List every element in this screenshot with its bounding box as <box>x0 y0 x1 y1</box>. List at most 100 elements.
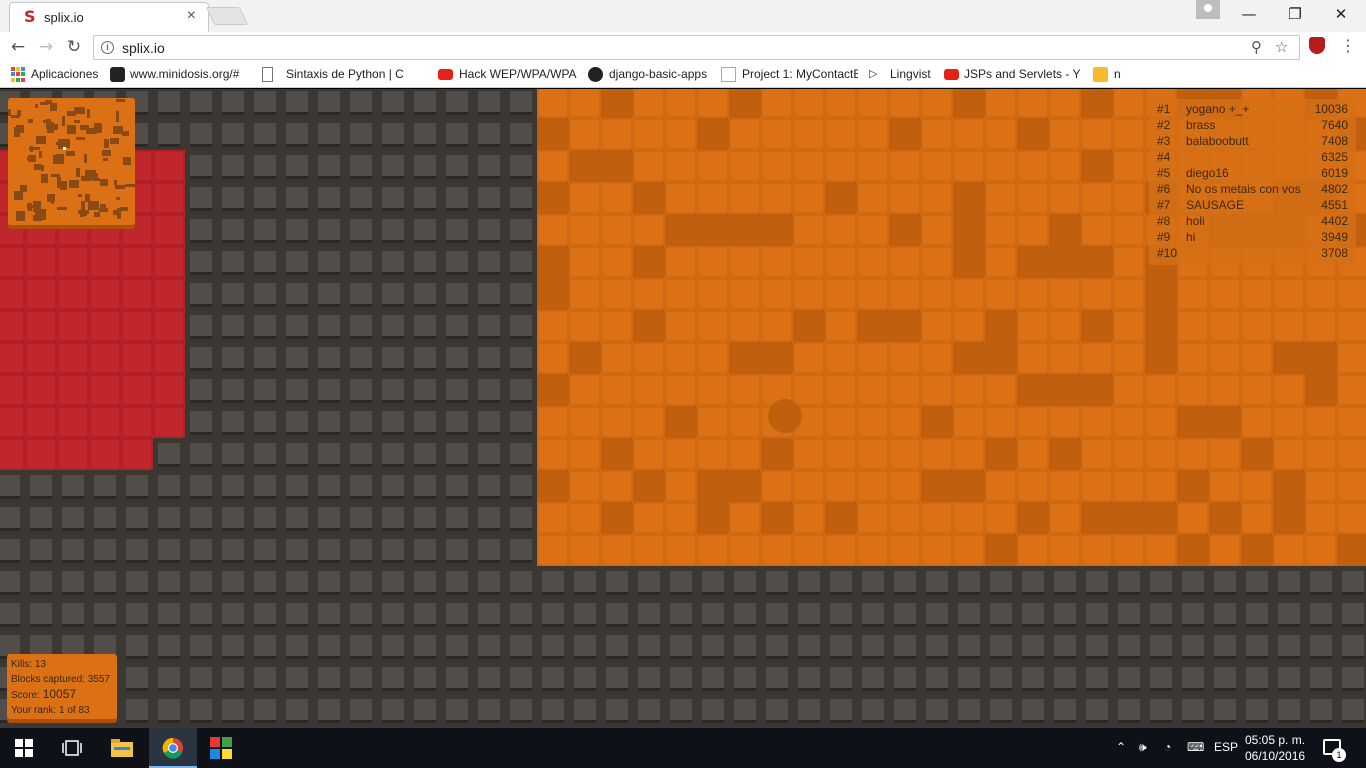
tab-splix[interactable]: S splix.io × <box>9 2 209 32</box>
leaderboard-score: 3708 <box>1321 246 1348 260</box>
bookmark-minidosis[interactable]: www.minidosis.org/# <box>130 67 246 81</box>
score-stat: Score: 10057 <box>11 687 77 701</box>
leaderboard-row: #7 SAUSAGE 4551 <box>1157 197 1348 213</box>
address-bar[interactable]: i splix.io ⚲ ☆ <box>93 35 1300 60</box>
leaderboard-score: 4802 <box>1321 182 1348 196</box>
leaderboard-rank: #7 <box>1157 198 1171 212</box>
date-text: 06/10/2016 <box>1245 749 1306 763</box>
bookmark-django[interactable]: django-basic-apps <box>609 67 713 81</box>
ublock-extension-icon[interactable] <box>1309 37 1325 54</box>
leaderboard-rank: #1 <box>1157 102 1171 116</box>
menu-icon[interactable]: ⋮ <box>1340 36 1356 55</box>
leaderboard-rank: #6 <box>1157 182 1171 196</box>
volume-icon[interactable]: 🕪 <box>1139 740 1147 755</box>
minidosis-icon <box>110 67 125 82</box>
leaderboard-row: #10 3708 <box>1157 245 1348 261</box>
rank-value: 1 of 83 <box>59 705 90 716</box>
page-icon <box>262 67 273 82</box>
leaderboard-score: 4551 <box>1321 198 1348 212</box>
leaderboard-name: SAUSAGE <box>1186 198 1245 212</box>
splix-favicon-icon: S <box>24 7 36 26</box>
file-explorer-icon[interactable] <box>110 736 134 760</box>
leaderboard-rank: #5 <box>1157 166 1171 180</box>
lingvist-icon: ▷ <box>869 68 878 80</box>
bookmark-jsp-servlets[interactable]: JSPs and Servlets - You <box>964 67 1080 81</box>
minimap-territory <box>8 99 135 221</box>
minimize-button[interactable]: — <box>1226 0 1272 30</box>
clock[interactable]: 05:05 p. m. 06/10/2016 <box>1245 732 1305 764</box>
title-bar: S splix.io × — ❐ ✕ <box>0 0 1366 32</box>
bookmark-python[interactable]: Sintaxis de Python | C <box>286 67 426 81</box>
leaderboard-name: balaboobutt <box>1186 134 1249 148</box>
leaderboard-name: diego16 <box>1186 166 1229 180</box>
leaderboard-name: brass <box>1186 118 1216 132</box>
star-icon[interactable]: ☆ <box>1275 38 1288 56</box>
close-window-button[interactable]: ✕ <box>1318 0 1364 30</box>
chrome-icon[interactable] <box>161 736 185 760</box>
leaderboard-row: #6 No os metais con vos 4802 <box>1157 181 1348 197</box>
maximize-button[interactable]: ❐ <box>1272 0 1318 30</box>
browser-toolbar: ← → ↻ i splix.io ⚲ ☆ ⋮ <box>0 32 1366 62</box>
profile-icon[interactable] <box>1196 0 1220 19</box>
show-hidden-icons-icon[interactable]: ⌃ <box>1116 740 1126 754</box>
leaderboard-row: #5 diego16 6019 <box>1157 165 1348 181</box>
info-icon[interactable]: i <box>101 41 114 54</box>
leaderboard-name: No os metais con vos <box>1186 182 1301 196</box>
leaderboard-rank: #10 <box>1157 246 1178 260</box>
leaderboard-row: #9 hi 3949 <box>1157 229 1348 245</box>
youtube-icon <box>944 69 959 80</box>
leaderboard-rank: #8 <box>1157 214 1171 228</box>
rank-stat: Your rank: 1 of 83 <box>11 705 90 716</box>
github-icon <box>588 67 603 82</box>
leaderboard: #1 yogano +_+ 10036 #2 brass 7640 #3 balaboobut… <box>1149 99 1356 265</box>
leaderboard-row: #4 6325 <box>1157 149 1348 165</box>
bookmark-hack-wep[interactable]: Hack WEP/WPA/WPA <box>459 67 577 81</box>
wifi-icon[interactable]: ◔ <box>1164 740 1171 754</box>
player-head <box>768 399 802 433</box>
stats-panel: Kills: 13 Blocks captured: 3557 Score: 1… <box>7 654 117 719</box>
bookmark-aplicaciones[interactable]: Aplicaciones <box>31 67 101 81</box>
minimap <box>8 98 135 225</box>
tab-title: splix.io <box>44 10 84 25</box>
reload-button[interactable]: ↻ <box>63 36 85 58</box>
leaderboard-row: #2 brass 7640 <box>1157 117 1348 133</box>
windows-start-icon[interactable] <box>12 736 36 760</box>
app-tiles-icon[interactable] <box>209 736 233 760</box>
bookmarks-bar: Aplicaciones www.minidosis.org/# Sintaxi… <box>0 62 1366 88</box>
leaderboard-score: 10036 <box>1314 102 1348 116</box>
leaderboard-row: #1 yogano +_+ 10036 <box>1157 101 1348 117</box>
keyboard-icon[interactable]: ⌨ <box>1187 740 1204 754</box>
new-tab-button[interactable] <box>205 7 249 25</box>
leaderboard-score: 6325 <box>1321 150 1348 164</box>
bookmark-project1[interactable]: Project 1: MyContactB <box>742 67 858 81</box>
url-text[interactable]: splix.io <box>122 40 165 56</box>
leaderboard-rank: #9 <box>1157 230 1171 244</box>
leaderboard-name: yogano +_+ <box>1186 102 1250 116</box>
leaderboard-score: 3949 <box>1321 230 1348 244</box>
leaderboard-score: 4402 <box>1321 214 1348 228</box>
project-icon <box>721 67 736 82</box>
bookmark-n[interactable]: n <box>1114 67 1126 81</box>
blocks-value: 3557 <box>87 674 110 685</box>
forward-button[interactable]: → <box>35 36 57 58</box>
time-text: 05:05 p. m. <box>1245 733 1306 747</box>
leaderboard-row: #8 holi 4402 <box>1157 213 1348 229</box>
back-button[interactable]: ← <box>7 36 29 58</box>
leaderboard-rank: #3 <box>1157 134 1171 148</box>
leaderboard-rank: #4 <box>1157 150 1171 164</box>
game-canvas[interactable]: #1 yogano +_+ 10036 #2 brass 7640 #3 balaboobut… <box>0 89 1366 728</box>
close-tab-icon[interactable]: × <box>187 8 196 24</box>
task-view-icon[interactable] <box>60 736 84 760</box>
leaderboard-score: 6019 <box>1321 166 1348 180</box>
leaderboard-name: hi <box>1186 230 1196 244</box>
bookmark-lingvist[interactable]: Lingvist <box>890 67 940 81</box>
leaderboard-score: 7408 <box>1321 134 1348 148</box>
windows-taskbar: ⌃ 🕪 ◔ ⌨ ESP 05:05 p. m. 06/10/2016 1 <box>0 728 1366 768</box>
language-indicator[interactable]: ESP <box>1214 740 1238 754</box>
kills-value: 13 <box>34 659 47 670</box>
zoom-icon[interactable]: ⚲ <box>1251 38 1262 56</box>
youtube-icon <box>438 69 453 80</box>
notifications-badge: 1 <box>1332 748 1346 762</box>
leaderboard-name: holi <box>1186 214 1205 228</box>
leaderboard-rank: #2 <box>1157 118 1171 132</box>
